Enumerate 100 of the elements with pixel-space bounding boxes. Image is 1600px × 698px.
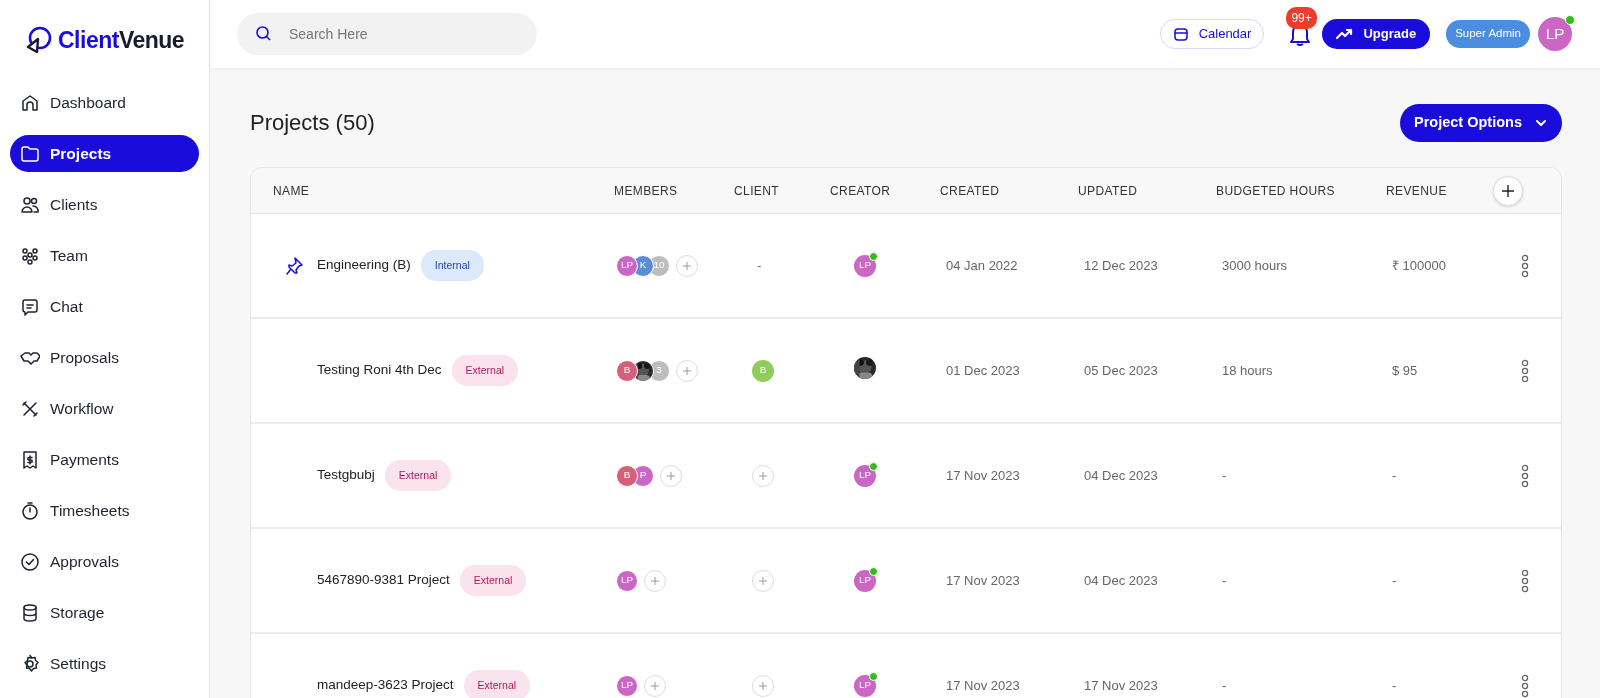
sidebar-item[interactable]: Proposals — [10, 339, 199, 376]
plus-icon — [1502, 184, 1514, 197]
creator-avatar: LP — [854, 674, 876, 697]
chat-icon — [20, 296, 40, 317]
sidebar-item[interactable]: Team — [10, 237, 199, 274]
column-header: NAME — [273, 182, 311, 200]
stopwatch-icon — [20, 500, 40, 521]
sidebar-item[interactable]: Storage — [10, 594, 199, 631]
more-options-icon[interactable] — [1520, 568, 1530, 593]
calendar-icon — [1172, 26, 1189, 42]
project-options-button[interactable]: Project Options — [1400, 104, 1562, 142]
sidebar-item[interactable]: Workflow — [10, 390, 199, 427]
column-header: CREATED — [940, 182, 1001, 200]
revenue-amount: ₹ 100000 — [1392, 257, 1446, 273]
member-avatar: B — [616, 359, 638, 382]
brand-name: ClientVenue — [58, 25, 185, 55]
more-options-icon[interactable] — [1520, 358, 1530, 383]
home-icon — [20, 92, 40, 113]
updated-date: 12 Dec 2023 — [1084, 257, 1158, 273]
budgeted-hours: - — [1222, 467, 1227, 483]
sidebar-item[interactable]: Settings — [10, 645, 199, 682]
page-title: Projects (50) — [250, 109, 375, 137]
search-field[interactable]: Search Here — [237, 13, 537, 55]
trend-up-icon — [1336, 26, 1354, 42]
add-member-button[interactable] — [660, 464, 682, 487]
budgeted-hours: 3000 hours — [1222, 257, 1288, 273]
created-date: 17 Nov 2023 — [946, 677, 1020, 693]
column-header: UPDATED — [1078, 182, 1139, 200]
add-client-button[interactable] — [752, 674, 774, 697]
sidebar-item[interactable]: Clients — [10, 186, 199, 223]
plus-icon — [651, 681, 659, 690]
client-name: - — [756, 257, 762, 273]
column-header: CLIENT — [734, 182, 781, 200]
sidebar-item[interactable]: Projects — [10, 135, 199, 172]
project-type-tag: External — [459, 564, 527, 597]
add-member-button[interactable] — [644, 569, 666, 592]
member-avatar: LP — [616, 674, 638, 697]
project-type-tag: Internal — [420, 249, 484, 282]
receipt-icon — [20, 449, 40, 470]
add-member-button[interactable] — [676, 254, 698, 277]
column-header: BUDGETED HOURS — [1216, 182, 1336, 200]
member-avatar: B — [616, 464, 638, 487]
sidebar-item[interactable]: Dashboard — [10, 84, 199, 121]
project-type-tag: External — [451, 354, 519, 387]
created-date: 04 Jan 2022 — [946, 257, 1018, 273]
revenue-amount: - — [1392, 467, 1397, 483]
calendar-button[interactable]: Calendar — [1159, 19, 1265, 49]
plus-icon — [651, 576, 659, 585]
role-badge: Super Admin — [1446, 20, 1530, 48]
add-member-button[interactable] — [676, 359, 698, 382]
more-options-icon[interactable] — [1520, 253, 1530, 278]
created-date: 01 Dec 2023 — [946, 362, 1020, 378]
sidebar-item[interactable]: Payments — [10, 441, 199, 478]
upgrade-button[interactable]: Upgrade — [1322, 19, 1431, 49]
logo-icon — [24, 25, 54, 55]
tools-icon — [20, 398, 40, 419]
database-icon — [20, 602, 40, 623]
sidebar-item[interactable]: Approvals — [10, 543, 199, 580]
add-column-button[interactable] — [1493, 175, 1523, 206]
revenue-amount: - — [1392, 572, 1397, 588]
updated-date: 17 Nov 2023 — [1084, 677, 1158, 693]
project-name[interactable]: mandeep-3623 Project — [317, 675, 454, 696]
updated-date: 04 Dec 2023 — [1084, 467, 1158, 483]
project-name[interactable]: Testgbubj — [317, 465, 375, 486]
plus-icon — [667, 471, 675, 480]
updated-date: 05 Dec 2023 — [1084, 362, 1158, 378]
sidebar-item[interactable]: Chat — [10, 288, 199, 325]
creator-avatar: LP — [854, 254, 876, 277]
updated-date: 04 Dec 2023 — [1084, 572, 1158, 588]
plus-icon — [759, 471, 767, 480]
column-header: CREATOR — [830, 182, 892, 200]
column-header: REVENUE — [1386, 182, 1448, 200]
project-name[interactable]: Engineering (B) — [317, 255, 411, 276]
created-date: 17 Nov 2023 — [946, 467, 1020, 483]
member-avatar: LP — [616, 569, 638, 592]
users-icon — [20, 194, 40, 215]
more-options-icon[interactable] — [1520, 673, 1530, 698]
column-header: MEMBERS — [614, 182, 679, 200]
member-avatar: LP — [616, 254, 638, 277]
budgeted-hours: - — [1222, 572, 1227, 588]
sidebar-item[interactable]: Timesheets — [10, 492, 199, 529]
revenue-amount: $ 95 — [1392, 362, 1418, 378]
project-name[interactable]: 5467890-9381 Project — [317, 570, 450, 591]
plus-icon — [759, 681, 767, 690]
plus-icon — [683, 261, 691, 270]
plus-icon — [759, 576, 767, 585]
plus-icon — [683, 366, 691, 375]
created-date: 17 Nov 2023 — [946, 572, 1020, 588]
project-name[interactable]: Testing Roni 4th Dec — [317, 360, 442, 381]
budgeted-hours: - — [1222, 677, 1227, 693]
creator-avatar: LP — [854, 464, 876, 487]
add-client-button[interactable] — [752, 569, 774, 592]
more-options-icon[interactable] — [1520, 463, 1530, 488]
add-client-button[interactable] — [752, 464, 774, 487]
folder-icon — [20, 143, 40, 164]
add-member-button[interactable] — [644, 674, 666, 697]
team-icon — [20, 245, 40, 266]
project-type-tag: External — [463, 669, 531, 698]
check-circle-icon — [20, 551, 40, 572]
creator-avatar: LP — [854, 569, 876, 592]
